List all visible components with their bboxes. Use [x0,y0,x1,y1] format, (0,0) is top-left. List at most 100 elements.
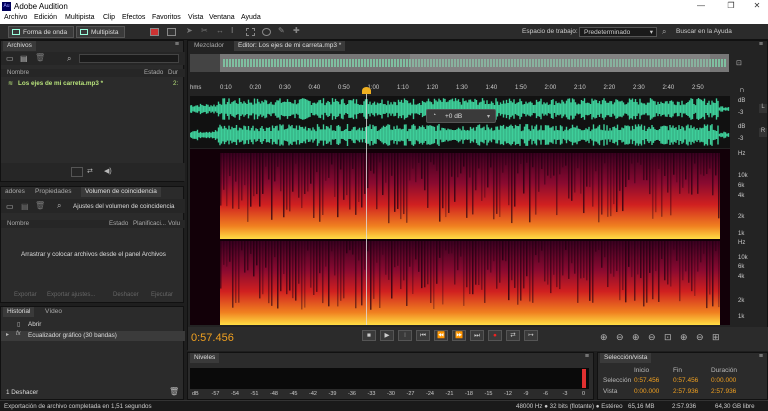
waveform-button[interactable]: Forma de onda [8,26,75,38]
menu-ventana[interactable]: Ventana [209,14,235,21]
zoom-out-amplitude-icon[interactable]: ⊖ [616,332,624,343]
export-settings-button[interactable]: Exportar ajustes... [47,292,95,298]
menu-edicion[interactable]: Edición [34,14,57,21]
view-end[interactable]: 2:57.936 [673,388,698,395]
history-item[interactable]: ▯ Abrir [1,321,185,330]
folder-icon[interactable]: ▭ [6,202,14,211]
time-display[interactable]: 0:57.456 [191,332,234,344]
go-start-button[interactable]: ⏮ [416,330,430,341]
record-button[interactable]: ● [488,330,502,341]
tab-historial[interactable]: Historial [3,307,35,317]
import-icon[interactable]: ▤ [20,54,28,63]
tab-seleccion-vista[interactable]: Selección/vista [600,353,652,363]
rewind-button[interactable]: ⏪ [434,330,448,341]
play-preview-icon[interactable] [71,167,83,177]
selection-duration[interactable]: 0:00.000 [711,377,736,384]
clip-indicator[interactable] [582,369,586,388]
time-ruler[interactable]: hms 0:10 0:20 0:30 0:40 0:50 1:00 1:10 1:20 1:30… [190,85,735,95]
tab-archivos[interactable]: Archivos [3,41,36,51]
play-button[interactable]: ▶ [380,330,394,341]
menu-favoritos[interactable]: Favoritos [152,14,181,21]
export-button[interactable]: Exportar [14,292,37,298]
zoom-out-full-icon[interactable]: ⊡ [664,332,672,343]
minimize-icon[interactable]: — [690,1,712,10]
col-nombre[interactable]: Nombre [7,69,29,77]
col-volumen[interactable]: Volu [168,220,180,228]
folder-icon[interactable]: ▭ [6,54,14,63]
spectral-display[interactable] [190,149,730,325]
zoom-out-point-icon[interactable]: ⊖ [696,332,704,343]
view-start[interactable]: 0:00.000 [634,388,659,395]
fast-forward-button[interactable]: ⏩ [452,330,466,341]
trash-icon[interactable]: 🗑 [169,387,179,396]
zoom-in-point-icon[interactable]: ⊕ [680,332,688,343]
col-estado[interactable]: Estado [144,69,163,77]
stop-button[interactable]: ■ [362,330,376,341]
selection-start[interactable]: 0:57.456 [634,377,659,384]
col-planificacion[interactable]: Planificaci... [133,220,166,228]
loop-preview-icon[interactable]: ⇄ [87,167,93,175]
menu-efectos[interactable]: Efectos [122,14,145,21]
go-end-button[interactable]: ⏭ [470,330,484,341]
panel-menu-icon[interactable]: ≡ [175,41,179,48]
trash-icon[interactable]: 🗑 [35,53,45,62]
panel-menu-icon[interactable]: ≡ [585,353,589,360]
volume-knob-icon[interactable]: ◔ [432,112,436,119]
view-duration[interactable]: 2:57.936 [711,388,736,395]
loop-button[interactable]: ⇄ [506,330,520,341]
pause-button[interactable]: ǁ [398,330,412,341]
add-icon[interactable]: ▤ [21,202,29,211]
selection-end[interactable]: 0:57.456 [673,377,698,384]
playhead-handle[interactable] [362,87,371,94]
history-item[interactable]: ▸ fx Ecualizador gráfico (30 bandas) [1,331,185,341]
marquee-tool-icon[interactable] [246,28,255,36]
help-search-input[interactable]: Buscar en la Ayuda [672,27,766,37]
channel-r-button[interactable]: R [759,128,767,137]
brush-tool-icon[interactable]: ✎ [278,26,287,35]
tab-editor[interactable]: Editor: Los ejes de mi carreta.mp3 * [234,41,346,51]
col-estado[interactable]: Estado [109,220,128,228]
tab-volumen[interactable]: Volumen de coincidencia [81,187,161,197]
razor-tool-icon[interactable]: ✂ [201,26,210,35]
lasso-tool-icon[interactable] [262,28,271,36]
pitch-view-icon[interactable] [167,28,176,36]
autoplay-icon[interactable]: ◀) [104,167,112,175]
close-icon[interactable]: ✕ [746,1,768,10]
spectral-view-icon[interactable] [150,28,159,36]
multitrack-button[interactable]: Multipista [76,26,126,38]
menu-multipista[interactable]: Multipista [65,14,95,21]
overview-bar[interactable] [190,54,729,72]
zoom-in-time-icon[interactable]: ⊕ [632,332,640,343]
workspace-select[interactable]: Predeterminado ▾ [579,27,657,37]
spot-healing-tool-icon[interactable]: ✚ [293,26,302,35]
tab-mezclador[interactable]: Mezclador [190,41,228,51]
menu-archivo[interactable]: Archivo [4,14,27,21]
menu-clip[interactable]: Clip [103,14,115,21]
slip-tool-icon[interactable]: ↔ [216,26,225,35]
time-selection-tool-icon[interactable]: Ⅰ [231,26,240,35]
menu-vista[interactable]: Vista [188,14,203,21]
skip-button[interactable]: ↦ [524,330,538,341]
menu-ayuda[interactable]: Ayuda [241,14,261,21]
run-button[interactable]: Ejecutar [151,292,173,298]
col-dur[interactable]: Dur [168,69,178,77]
zoom-out-time-icon[interactable]: ⊖ [648,332,656,343]
tab-video[interactable]: Vídeo [41,307,66,317]
tab-marcadores[interactable]: adores [1,187,29,197]
maximize-icon[interactable]: ❐ [720,1,742,10]
zoom-full-icon[interactable]: ⊡ [736,59,742,67]
waveform-display[interactable]: ◔ +0 dB ▾ [190,96,730,148]
files-filter-input[interactable] [79,54,179,63]
playhead[interactable] [366,89,367,325]
zoom-in-amplitude-icon[interactable]: ⊕ [600,332,608,343]
tab-propiedades[interactable]: Propiedades [31,187,76,197]
trash-icon[interactable]: 🗑 [35,201,45,210]
move-tool-icon[interactable]: ➤ [186,26,195,35]
col-nombre[interactable]: Nombre [7,220,29,228]
file-row[interactable]: ≋ Los ejes de mi carreta.mp3 * 2: [1,80,185,89]
headphones-icon[interactable]: ∩ [739,85,745,94]
channel-l-button[interactable]: L [759,104,767,113]
zoom-selection-icon[interactable]: ⊞ [712,332,720,343]
tab-niveles[interactable]: Niveles [190,353,220,363]
undo-button[interactable]: Deshacer [113,292,139,298]
